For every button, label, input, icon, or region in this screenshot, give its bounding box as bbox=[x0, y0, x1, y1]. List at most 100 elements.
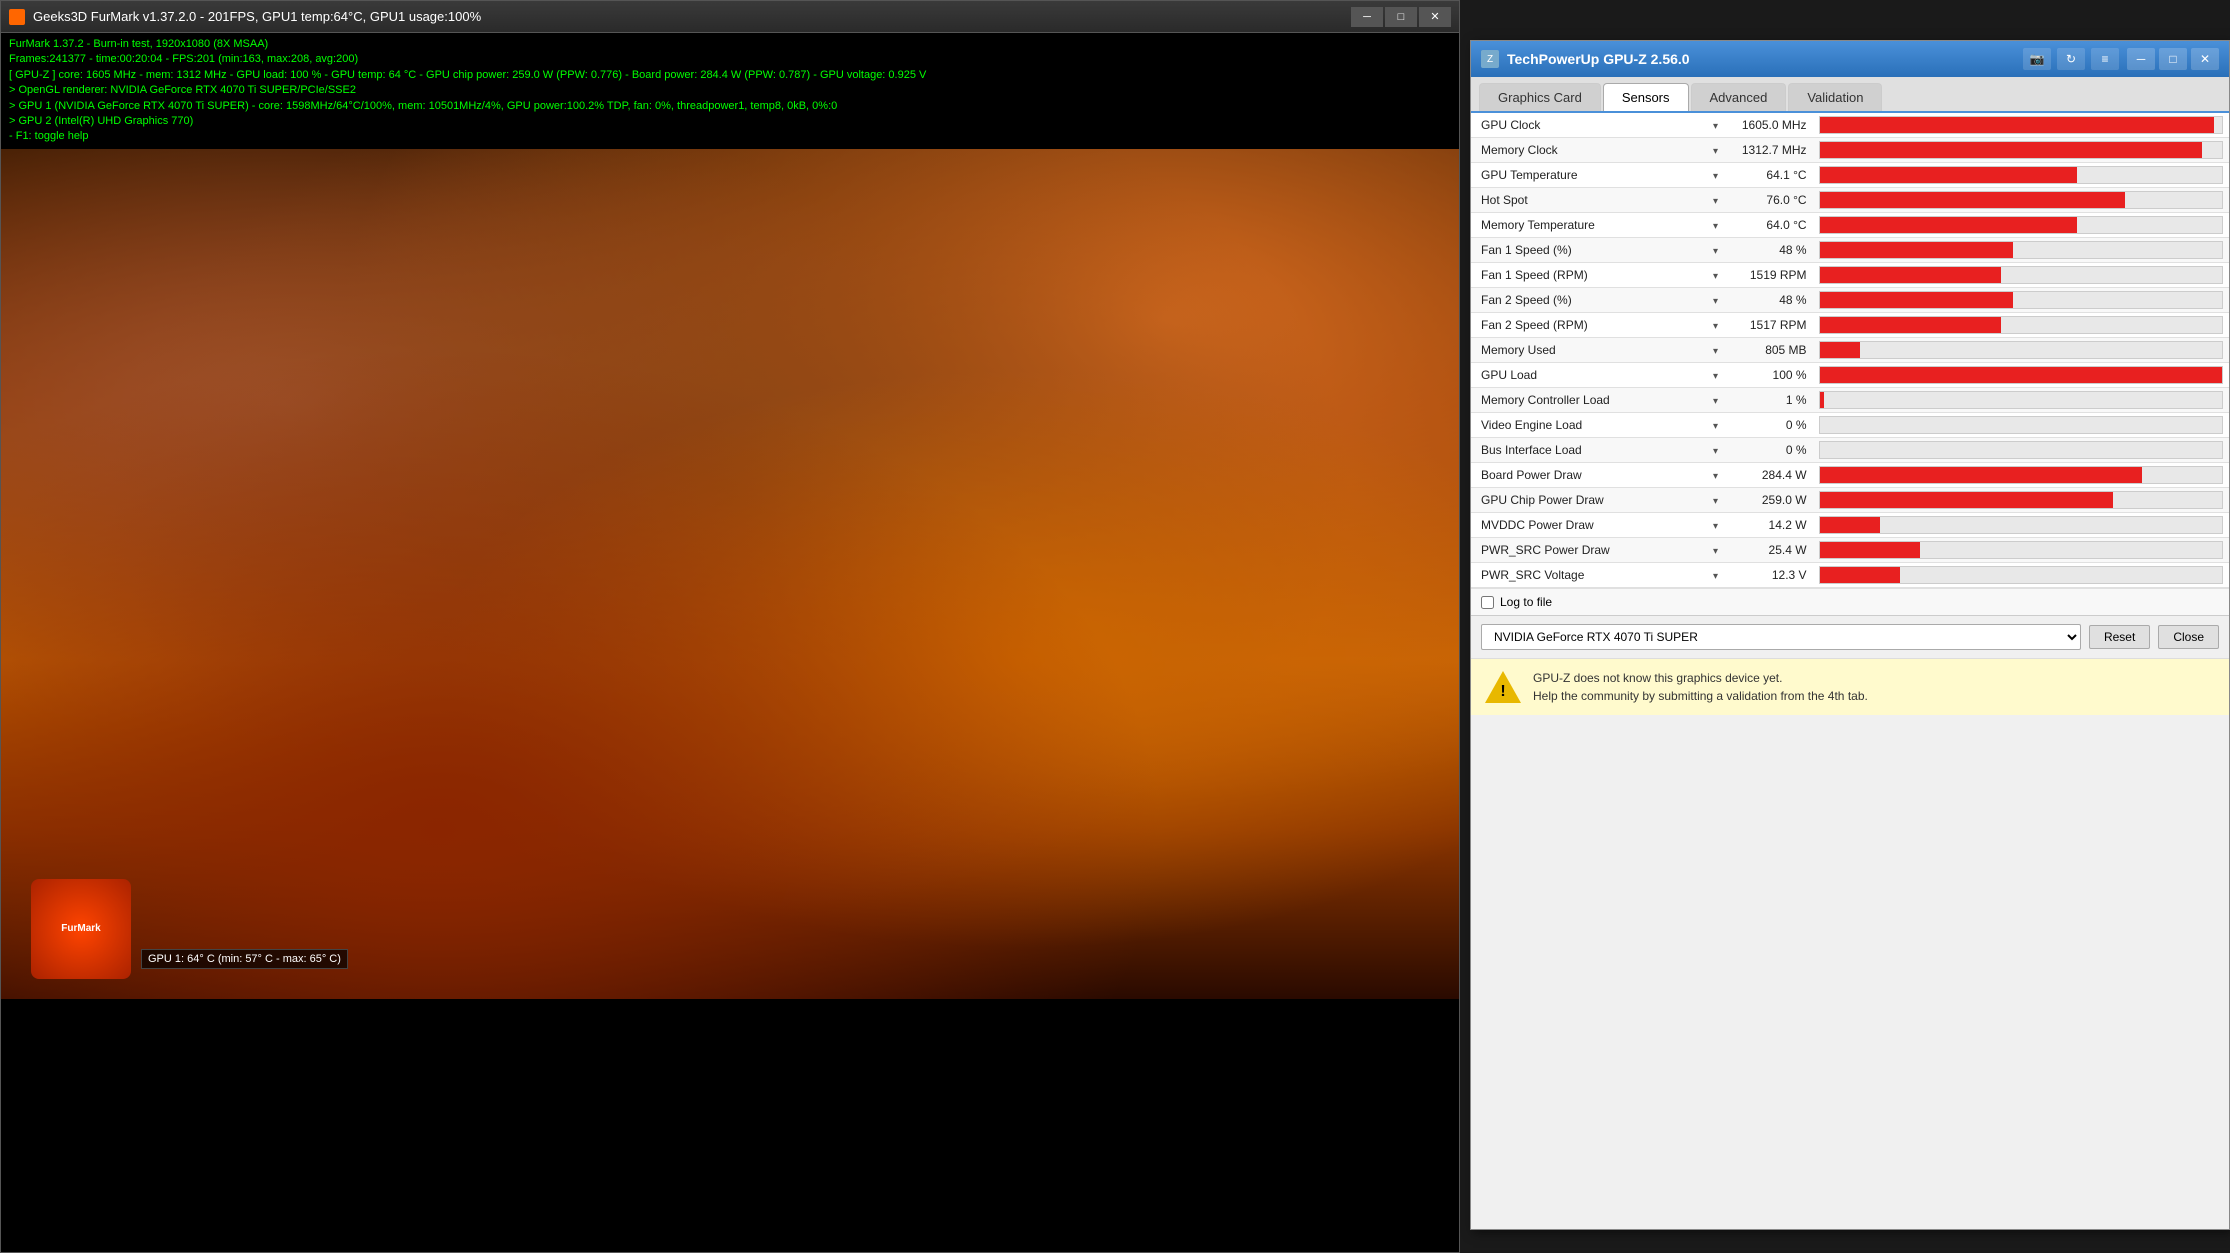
dropdown-arrow-icon[interactable]: ▾ bbox=[1713, 296, 1718, 307]
log-to-file-label[interactable]: Log to file bbox=[1500, 595, 1552, 609]
sensor-dropdown-cell[interactable]: ▾ bbox=[1703, 463, 1728, 488]
dropdown-arrow-icon[interactable]: ▾ bbox=[1713, 196, 1718, 207]
sensor-bar-cell bbox=[1813, 313, 2229, 338]
table-row: Bus Interface Load▾0 % bbox=[1471, 438, 2229, 463]
sensor-bar-cell bbox=[1813, 338, 2229, 363]
dropdown-arrow-icon[interactable]: ▾ bbox=[1713, 221, 1718, 232]
sensor-bar-outer bbox=[1819, 341, 2223, 359]
sensor-dropdown-cell[interactable]: ▾ bbox=[1703, 213, 1728, 238]
sensor-dropdown-cell[interactable]: ▾ bbox=[1703, 313, 1728, 338]
sensor-value-cell: 0 % bbox=[1728, 413, 1812, 438]
furmark-maximize-btn[interactable]: □ bbox=[1385, 7, 1417, 27]
dropdown-arrow-icon[interactable]: ▾ bbox=[1713, 271, 1718, 282]
sensor-dropdown-cell[interactable]: ▾ bbox=[1703, 563, 1728, 588]
sensor-dropdown-cell[interactable]: ▾ bbox=[1703, 263, 1728, 288]
gpuz-minimize-btn[interactable]: ─ bbox=[2127, 48, 2155, 70]
furmark-info-line-6: > GPU 2 (Intel(R) UHD Graphics 770) bbox=[9, 114, 1451, 129]
sensor-dropdown-cell[interactable]: ▾ bbox=[1703, 413, 1728, 438]
dropdown-arrow-icon[interactable]: ▾ bbox=[1713, 571, 1718, 582]
sensor-value-cell: 64.1 °C bbox=[1728, 163, 1812, 188]
furmark-info-line-2: Frames:241377 - time:00:20:04 - FPS:201 … bbox=[9, 52, 1451, 67]
reset-button[interactable]: Reset bbox=[2089, 625, 2150, 649]
sensor-dropdown-cell[interactable]: ▾ bbox=[1703, 338, 1728, 363]
gpuz-icon: Z bbox=[1481, 50, 1499, 68]
sensor-bar-outer bbox=[1819, 216, 2223, 234]
dropdown-arrow-icon[interactable]: ▾ bbox=[1713, 171, 1718, 182]
dropdown-arrow-icon[interactable]: ▾ bbox=[1713, 421, 1718, 432]
table-row: PWR_SRC Voltage▾12.3 V bbox=[1471, 563, 2229, 588]
table-row: PWR_SRC Power Draw▾25.4 W bbox=[1471, 538, 2229, 563]
sensor-dropdown-cell[interactable]: ▾ bbox=[1703, 288, 1728, 313]
furmark-info-line-5: > GPU 1 (NVIDIA GeForce RTX 4070 Ti SUPE… bbox=[9, 99, 1451, 114]
furmark-info-line-7: - F1: toggle help bbox=[9, 129, 1451, 144]
table-row: GPU Load▾100 % bbox=[1471, 363, 2229, 388]
dropdown-arrow-icon[interactable]: ▾ bbox=[1713, 246, 1718, 257]
sensor-bar-cell bbox=[1813, 238, 2229, 263]
device-select[interactable]: NVIDIA GeForce RTX 4070 Ti SUPER bbox=[1481, 624, 2081, 650]
gpuz-camera-btn[interactable]: 📷 bbox=[2023, 48, 2051, 70]
sensor-name-cell: Video Engine Load bbox=[1471, 413, 1703, 438]
tab-sensors[interactable]: Sensors bbox=[1603, 83, 1689, 111]
dropdown-arrow-icon[interactable]: ▾ bbox=[1713, 521, 1718, 532]
dropdown-arrow-icon[interactable]: ▾ bbox=[1713, 371, 1718, 382]
sensor-dropdown-cell[interactable]: ▾ bbox=[1703, 238, 1728, 263]
dropdown-arrow-icon[interactable]: ▾ bbox=[1713, 446, 1718, 457]
sensor-bar-outer bbox=[1819, 466, 2223, 484]
sensor-bar-inner bbox=[1820, 317, 2001, 333]
sensor-dropdown-cell[interactable]: ▾ bbox=[1703, 388, 1728, 413]
sensor-dropdown-cell[interactable]: ▾ bbox=[1703, 363, 1728, 388]
sensor-dropdown-cell[interactable]: ▾ bbox=[1703, 138, 1728, 163]
sensor-dropdown-cell[interactable]: ▾ bbox=[1703, 438, 1728, 463]
furmark-info-line-1: FurMark 1.37.2 - Burn-in test, 1920x1080… bbox=[9, 37, 1451, 52]
sensor-name-cell: Memory Controller Load bbox=[1471, 388, 1703, 413]
table-row: Hot Spot▾76.0 °C bbox=[1471, 188, 2229, 213]
sensor-value-cell: 1605.0 MHz bbox=[1728, 113, 1812, 138]
dropdown-arrow-icon[interactable]: ▾ bbox=[1713, 471, 1718, 482]
gpuz-maximize-btn[interactable]: □ bbox=[2159, 48, 2187, 70]
dropdown-arrow-icon[interactable]: ▾ bbox=[1713, 546, 1718, 557]
sensor-dropdown-cell[interactable]: ▾ bbox=[1703, 113, 1728, 138]
warning-line-2: Help the community by submitting a valid… bbox=[1533, 687, 1868, 705]
tab-validation[interactable]: Validation bbox=[1788, 83, 1882, 111]
sensor-dropdown-cell[interactable]: ▾ bbox=[1703, 488, 1728, 513]
sensor-bar-cell bbox=[1813, 263, 2229, 288]
sensor-bar-outer bbox=[1819, 166, 2223, 184]
tab-graphics-card[interactable]: Graphics Card bbox=[1479, 83, 1601, 111]
table-row: Fan 1 Speed (RPM)▾1519 RPM bbox=[1471, 263, 2229, 288]
gpuz-close-btn[interactable]: ✕ bbox=[2191, 48, 2219, 70]
table-row: GPU Chip Power Draw▾259.0 W bbox=[1471, 488, 2229, 513]
sensor-value-cell: 100 % bbox=[1728, 363, 1812, 388]
sensor-name-cell: GPU Chip Power Draw bbox=[1471, 488, 1703, 513]
sensor-name-cell: Memory Clock bbox=[1471, 138, 1703, 163]
dropdown-arrow-icon[interactable]: ▾ bbox=[1713, 121, 1718, 132]
tab-advanced[interactable]: Advanced bbox=[1691, 83, 1787, 111]
sensor-bar-cell bbox=[1813, 363, 2229, 388]
dropdown-arrow-icon[interactable]: ▾ bbox=[1713, 321, 1718, 332]
dropdown-arrow-icon[interactable]: ▾ bbox=[1713, 396, 1718, 407]
sensor-bar-cell bbox=[1813, 213, 2229, 238]
sensor-dropdown-cell[interactable]: ▾ bbox=[1703, 538, 1728, 563]
sensor-value-cell: 1 % bbox=[1728, 388, 1812, 413]
sensor-dropdown-cell[interactable]: ▾ bbox=[1703, 188, 1728, 213]
gpuz-refresh-btn[interactable]: ↻ bbox=[2057, 48, 2085, 70]
sensor-dropdown-cell[interactable]: ▾ bbox=[1703, 163, 1728, 188]
gpuz-menu-btn[interactable]: ≡ bbox=[2091, 48, 2119, 70]
sensor-bar-inner bbox=[1820, 117, 2214, 133]
sensor-bar-inner bbox=[1820, 292, 2013, 308]
dropdown-arrow-icon[interactable]: ▾ bbox=[1713, 146, 1718, 157]
sensor-bar-outer bbox=[1819, 491, 2223, 509]
sensor-bar-cell bbox=[1813, 138, 2229, 163]
sensor-bar-inner bbox=[1820, 217, 2078, 233]
dropdown-arrow-icon[interactable]: ▾ bbox=[1713, 496, 1718, 507]
sensor-value-cell: 805 MB bbox=[1728, 338, 1812, 363]
close-button[interactable]: Close bbox=[2158, 625, 2219, 649]
log-to-file-checkbox[interactable] bbox=[1481, 596, 1494, 609]
sensor-bar-inner bbox=[1820, 267, 2001, 283]
sensor-dropdown-cell[interactable]: ▾ bbox=[1703, 513, 1728, 538]
furmark-minimize-btn[interactable]: ─ bbox=[1351, 7, 1383, 27]
dropdown-arrow-icon[interactable]: ▾ bbox=[1713, 346, 1718, 357]
sensors-scroll-container[interactable]: GPU Clock▾1605.0 MHzMemory Clock▾1312.7 … bbox=[1471, 113, 2229, 588]
sensor-bar-cell bbox=[1813, 538, 2229, 563]
sensor-name-cell: Fan 1 Speed (%) bbox=[1471, 238, 1703, 263]
furmark-close-btn[interactable]: ✕ bbox=[1419, 7, 1451, 27]
